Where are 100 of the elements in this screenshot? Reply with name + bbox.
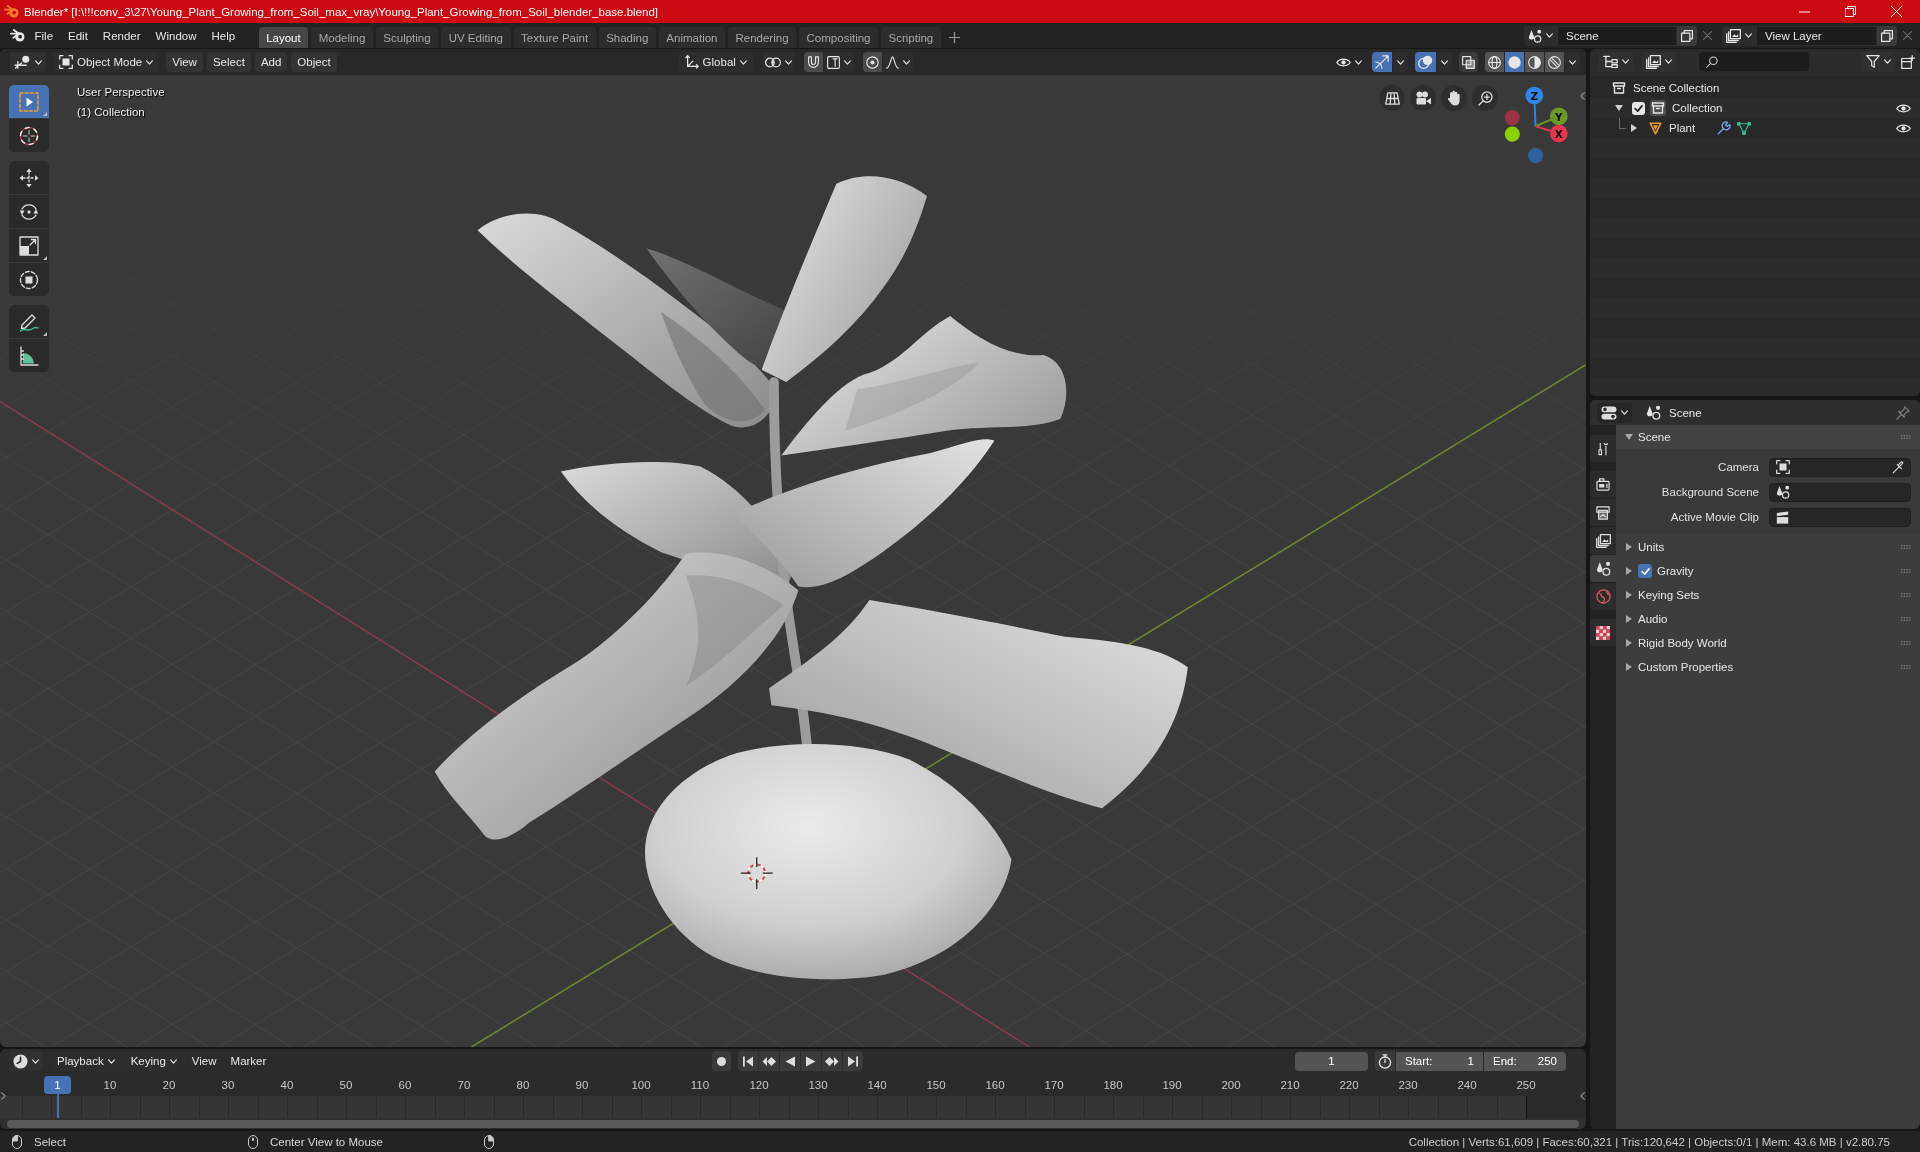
chevron-right-icon[interactable]	[1, 1092, 6, 1100]
shading-mode-button[interactable]	[1505, 52, 1524, 72]
gizmo-z-axis-handle[interactable]: Z	[1525, 86, 1544, 128]
header-menu[interactable]: Object	[291, 52, 337, 72]
scene-name-field[interactable]: Scene	[1557, 25, 1677, 46]
drag-handle-icon[interactable]	[1901, 435, 1911, 439]
add-workspace-icon[interactable]	[948, 32, 960, 43]
editor-type-button[interactable]	[1597, 402, 1632, 423]
unlink-icon[interactable]	[1903, 31, 1912, 40]
pin-icon[interactable]	[1896, 405, 1910, 420]
exclude-checkbox[interactable]	[1632, 101, 1645, 115]
workspace-tab[interactable]: Modeling	[311, 27, 373, 48]
menu-item[interactable]: Help	[204, 27, 243, 44]
editor-type-button[interactable]	[10, 52, 46, 72]
unlink-icon[interactable]	[1703, 31, 1712, 40]
workspace-tab[interactable]: Shading	[598, 27, 656, 48]
panel-header[interactable]: Scene	[1616, 425, 1920, 449]
menu-item[interactable]: Render	[95, 27, 149, 44]
workspace-tab[interactable]: Sculpting	[375, 27, 439, 48]
collapsed-arrow-icon[interactable]	[1626, 615, 1632, 623]
new-collection-icon[interactable]	[1901, 54, 1915, 69]
collapsed-arrow-icon[interactable]	[1626, 663, 1632, 671]
restore-icon[interactable]	[1845, 6, 1856, 17]
annotate-tool[interactable]	[9, 305, 49, 338]
eyedropper-icon[interactable]	[1892, 460, 1905, 474]
workspace-tab[interactable]: Rendering	[728, 27, 797, 48]
drag-handle-icon[interactable]	[1901, 641, 1911, 645]
eye-icon[interactable]	[1896, 122, 1911, 134]
mesh-data-icon[interactable]	[1737, 121, 1752, 135]
scale-tool[interactable]	[9, 229, 49, 262]
workspace-tab[interactable]: Texture Paint	[513, 27, 596, 48]
move-tool[interactable]	[9, 161, 49, 194]
expanded-arrow-icon[interactable]	[1625, 434, 1633, 440]
gizmo-dropdown[interactable]	[1393, 52, 1408, 72]
drag-handle-icon[interactable]	[1901, 593, 1911, 597]
menu-item[interactable]: Edit	[60, 27, 96, 44]
collapsed-arrow-icon[interactable]	[1631, 124, 1637, 132]
snap-target-dropdown[interactable]	[823, 52, 854, 72]
texture-tab[interactable]	[1590, 619, 1616, 646]
falloff-dropdown[interactable]	[882, 52, 913, 72]
data-block-field[interactable]	[1769, 482, 1911, 502]
drag-handle-icon[interactable]	[1901, 569, 1911, 573]
shading-dropdown[interactable]	[1565, 52, 1580, 72]
proportional-editing-toggle[interactable]	[862, 52, 882, 72]
gizmo-toggle[interactable]	[1372, 52, 1392, 72]
play-button[interactable]	[801, 1051, 821, 1071]
preview-range-button[interactable]	[1375, 1051, 1395, 1071]
shading-mode-button[interactable]	[1485, 52, 1504, 72]
close-icon[interactable]	[1891, 6, 1902, 17]
workspace-tab[interactable]: UV Editing	[441, 27, 511, 48]
mode-dropdown[interactable]: Object Mode	[54, 52, 159, 72]
gizmo-negative-x-handle[interactable]	[1504, 109, 1520, 126]
rotate-tool[interactable]	[9, 195, 49, 228]
current-frame-indicator[interactable]: 1	[44, 1076, 71, 1094]
pan-view-button[interactable]	[1441, 85, 1467, 111]
shading-mode-button[interactable]	[1525, 52, 1544, 72]
header-menu[interactable]: Add	[254, 52, 288, 72]
outliner-item-label[interactable]: Plant	[1669, 122, 1696, 134]
jump-to-start-button[interactable]	[738, 1051, 758, 1071]
editor-type-button[interactable]	[1599, 51, 1633, 72]
collapsed-arrow-icon[interactable]	[1626, 591, 1632, 599]
menu-item[interactable]: View	[184, 1053, 224, 1069]
drag-handle-icon[interactable]	[1901, 617, 1911, 621]
scene-browse-button[interactable]	[1524, 25, 1557, 46]
end-frame-field[interactable]: End: 250	[1484, 1051, 1566, 1071]
eye-icon[interactable]	[1896, 102, 1911, 114]
header-menu[interactable]: View	[166, 52, 203, 72]
overlays-dropdown[interactable]	[1437, 52, 1452, 72]
drag-handle-icon[interactable]	[1901, 545, 1911, 549]
measure-tool[interactable]	[9, 339, 49, 372]
world-tab[interactable]	[1590, 583, 1616, 610]
editor-type-button[interactable]	[9, 1051, 43, 1071]
output-tab[interactable]	[1590, 499, 1616, 526]
panel-checkbox[interactable]	[1638, 564, 1652, 578]
workspace-tab[interactable]: Animation	[658, 27, 725, 48]
header-menu[interactable]: Select	[206, 52, 251, 72]
orientation-dropdown[interactable]: Global	[678, 52, 753, 72]
collapsed-arrow-icon[interactable]	[1626, 543, 1632, 551]
play-reverse-button[interactable]	[780, 1051, 800, 1071]
expanded-arrow-icon[interactable]	[1615, 105, 1623, 111]
previous-keyframe-button[interactable]	[759, 1051, 779, 1071]
camera-view-button[interactable]	[1410, 85, 1436, 111]
current-frame-field[interactable]: 1	[1295, 1051, 1368, 1071]
menu-item[interactable]: Window	[148, 27, 204, 44]
xray-toggle[interactable]	[1459, 52, 1478, 72]
transform-tool[interactable]	[9, 263, 49, 296]
auto-keying-button[interactable]	[712, 1051, 731, 1071]
scene-tab[interactable]	[1590, 555, 1616, 582]
pivot-point-dropdown[interactable]	[761, 52, 795, 72]
cursor-tool[interactable]	[9, 119, 49, 152]
search-field[interactable]	[1699, 52, 1809, 71]
chevron-left-icon[interactable]	[1580, 1092, 1585, 1100]
data-block-field[interactable]	[1769, 507, 1911, 527]
timeline-scrollbar[interactable]	[7, 1119, 1579, 1128]
overlays-toggle[interactable]	[1415, 52, 1436, 72]
render-tab[interactable]	[1590, 471, 1616, 498]
wrench-icon[interactable]	[1717, 121, 1732, 135]
view-layer-name-field[interactable]: View Layer	[1756, 25, 1877, 46]
display-mode-button[interactable]	[1642, 51, 1676, 72]
outliner-item-label[interactable]: Collection	[1672, 102, 1723, 114]
